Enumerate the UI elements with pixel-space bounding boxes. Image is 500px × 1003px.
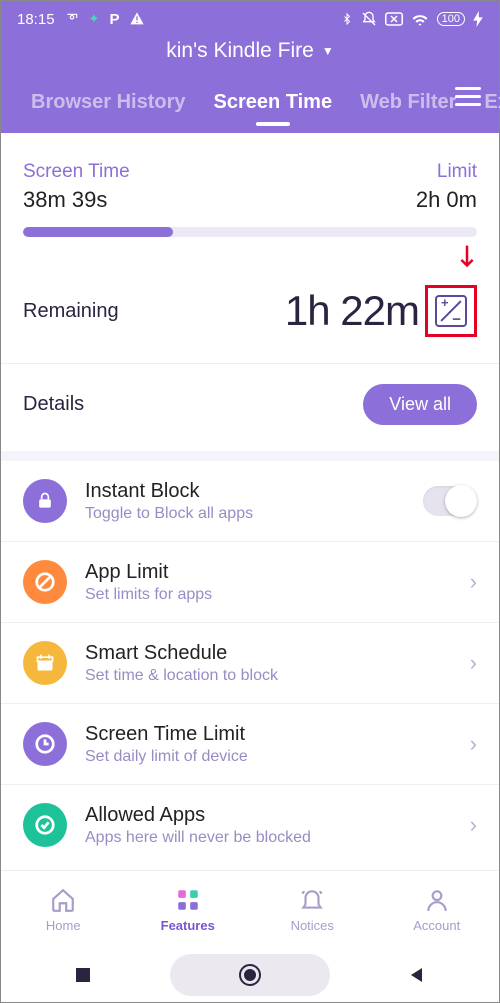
p-icon: P [109, 11, 119, 28]
back-button[interactable] [408, 966, 426, 984]
recent-apps-button[interactable] [74, 966, 92, 984]
nav-features-label: Features [161, 918, 215, 933]
screen-time-limit-sub: Set daily limit of device [85, 748, 470, 766]
allowed-apps-sub: Apps here will never be blocked [85, 829, 470, 847]
usage-bar-fill [23, 227, 173, 237]
tab-browser-history[interactable]: Browser History [17, 91, 200, 114]
screen-time-label: Screen Time [23, 161, 130, 183]
block-icon [23, 560, 67, 604]
sync-icon: ✦ [89, 11, 100, 27]
bottom-tab-bar: Home Features Notices Account [1, 870, 499, 948]
features-icon [175, 886, 201, 914]
nav-notices[interactable]: Notices [250, 871, 375, 948]
calendar-icon [23, 641, 67, 685]
adjust-time-icon[interactable]: +− [435, 295, 467, 327]
remaining-row: Remaining 1h 22m +− [1, 259, 499, 364]
instant-block-toggle[interactable] [423, 486, 477, 516]
limit-label: Limit [437, 161, 477, 183]
screen-time-value: 38m 39s [23, 187, 107, 213]
list-item-instant-block: Instant Block Toggle to Block all apps [1, 461, 499, 542]
app-header: 18:15 ✦ P 100 [1, 1, 499, 133]
lock-icon [23, 479, 67, 523]
device-title: kin's Kindle Fire [166, 39, 314, 63]
nav-features[interactable]: Features [126, 871, 251, 948]
smart-schedule-sub: Set time & location to block [85, 667, 470, 685]
section-divider [1, 451, 499, 461]
list-item-app-limit[interactable]: App Limit Set limits for apps › [1, 542, 499, 623]
settings-list: Instant Block Toggle to Block all apps A… [1, 461, 499, 865]
instant-block-sub: Toggle to Block all apps [85, 505, 423, 523]
battery-indicator: 100 [437, 12, 465, 26]
instant-block-title: Instant Block [85, 480, 423, 503]
clock-text: 18:15 [17, 11, 55, 28]
box-x-icon [385, 12, 403, 26]
menu-button[interactable] [455, 87, 481, 106]
nav-home[interactable]: Home [1, 871, 126, 948]
chevron-right-icon: › [470, 812, 477, 838]
usage-bar [23, 227, 477, 237]
nav-home-label: Home [46, 918, 81, 933]
caret-down-icon: ▼ [322, 44, 334, 58]
annotation-highlight-box: +− [425, 285, 477, 337]
details-row: Details View all [1, 364, 499, 451]
tab-web-filter[interactable]: Web Filter [346, 91, 470, 114]
bluetooth-icon [341, 11, 353, 27]
home-button[interactable] [237, 962, 263, 988]
bell-icon [299, 886, 325, 914]
account-icon [424, 886, 450, 914]
list-item-screen-time-limit[interactable]: Screen Time Limit Set daily limit of dev… [1, 704, 499, 785]
remaining-value: 1h 22m [285, 287, 419, 335]
charging-icon [473, 11, 483, 27]
list-item-allowed-apps[interactable]: Allowed Apps Apps here will never be blo… [1, 785, 499, 865]
mute-icon [361, 11, 377, 27]
clock-icon [23, 722, 67, 766]
nav-notices-label: Notices [291, 918, 334, 933]
app-limit-sub: Set limits for apps [85, 586, 470, 604]
list-item-smart-schedule[interactable]: Smart Schedule Set time & location to bl… [1, 623, 499, 704]
allowed-apps-title: Allowed Apps [85, 804, 470, 827]
chevron-right-icon: › [470, 569, 477, 595]
view-all-button[interactable]: View all [363, 384, 477, 425]
system-nav-bar [1, 948, 499, 1002]
check-circle-icon [23, 803, 67, 847]
status-bar: 18:15 ✦ P 100 [1, 1, 499, 31]
remaining-label: Remaining [23, 300, 119, 323]
cast-icon [65, 12, 79, 26]
chevron-right-icon: › [470, 650, 477, 676]
limit-value: 2h 0m [416, 187, 477, 213]
top-tabs: Browser History Screen Time Web Filter E… [1, 71, 499, 133]
nav-account[interactable]: Account [375, 871, 500, 948]
tab-screen-time[interactable]: Screen Time [200, 91, 347, 114]
warning-icon [129, 11, 145, 27]
chevron-right-icon: › [470, 731, 477, 757]
home-icon [50, 886, 76, 914]
details-label: Details [23, 393, 84, 416]
device-selector[interactable]: kin's Kindle Fire ▼ [1, 31, 499, 71]
screen-time-limit-title: Screen Time Limit [85, 723, 470, 746]
nav-account-label: Account [413, 918, 460, 933]
main-content: Screen Time Limit 38m 39s 2h 0m Remainin… [1, 133, 499, 865]
wifi-icon [411, 12, 429, 26]
screen-time-card: Screen Time Limit 38m 39s 2h 0m [1, 133, 499, 259]
app-limit-title: App Limit [85, 561, 470, 584]
smart-schedule-title: Smart Schedule [85, 642, 470, 665]
